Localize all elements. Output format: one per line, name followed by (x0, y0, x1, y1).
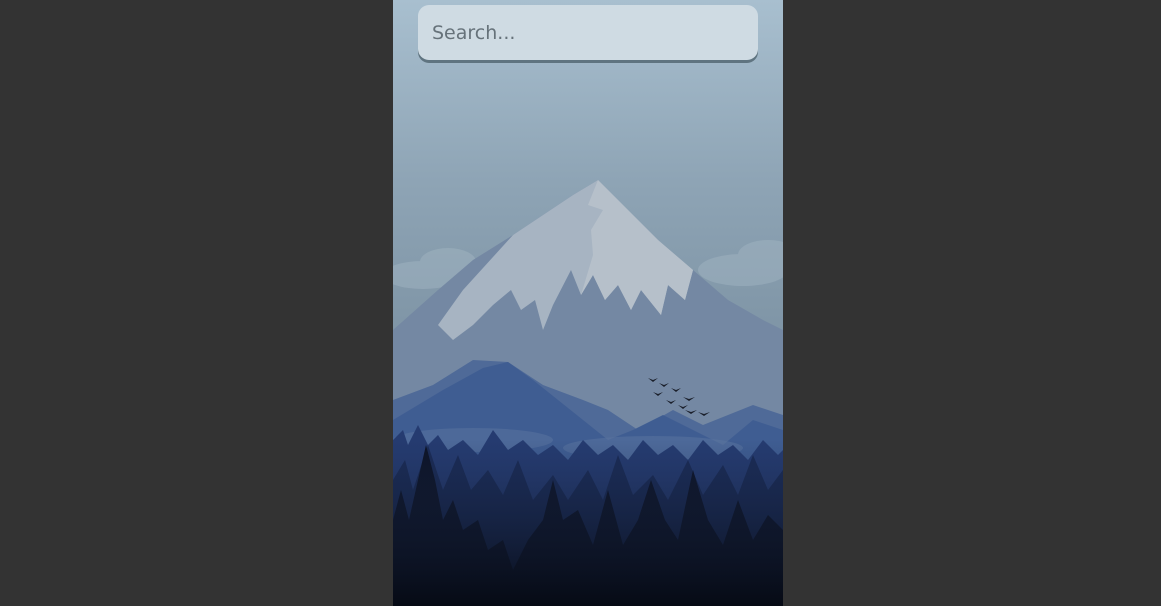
mountain-landscape-background (393, 0, 783, 606)
search-bar (418, 5, 758, 60)
phone-viewport (393, 0, 783, 606)
search-input[interactable] (418, 5, 758, 60)
bottom-shade (393, 440, 783, 606)
